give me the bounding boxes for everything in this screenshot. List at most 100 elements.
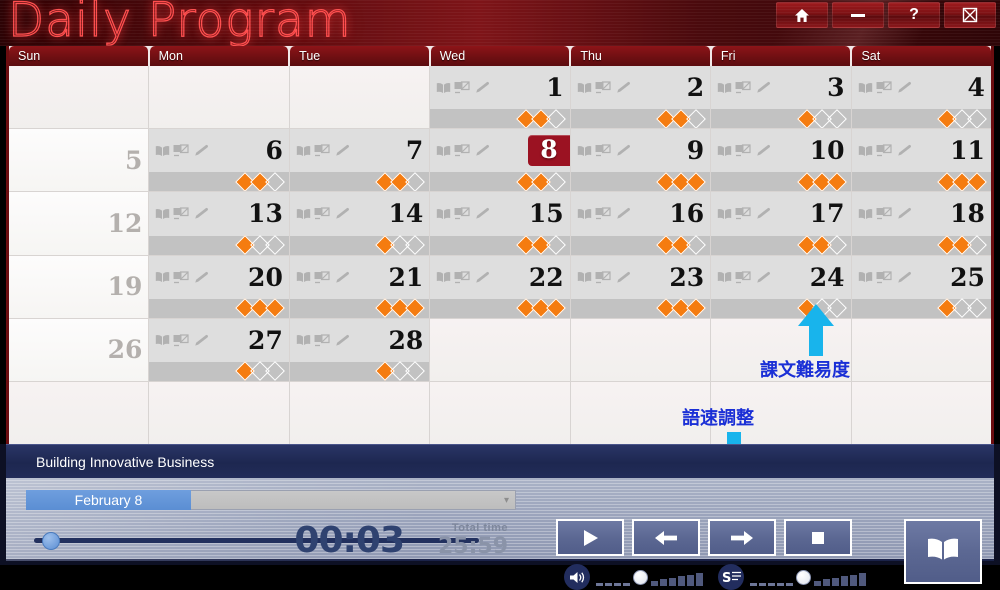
pencil-icon	[614, 81, 631, 94]
calendar-cell-day-8[interactable]: 8	[430, 129, 571, 192]
difficulty-indicator	[149, 298, 289, 318]
difficulty-indicator	[149, 171, 289, 192]
volume-slider[interactable]	[564, 564, 703, 590]
previous-button[interactable]	[632, 519, 700, 556]
calendar-cell-day-22[interactable]: 22	[430, 255, 571, 318]
picture-card-icon	[314, 334, 330, 347]
player-panel: Building Innovative Business February 8 …	[0, 444, 1000, 590]
calendar-cell-empty	[851, 381, 991, 445]
pencil-icon	[192, 271, 209, 284]
speed-track[interactable]	[750, 568, 866, 586]
picture-card-icon	[595, 144, 611, 157]
pencil-icon	[754, 144, 771, 157]
book-icon	[577, 145, 592, 157]
speed-slider[interactable]: S	[718, 564, 866, 590]
book-icon	[717, 145, 732, 157]
calendar-cell-day-10[interactable]: 10	[711, 129, 852, 192]
calendar-cell-day-12[interactable]: 12	[9, 192, 150, 255]
next-button[interactable]	[708, 519, 776, 556]
open-book-button[interactable]	[904, 519, 982, 584]
calendar-cell-top: 8	[430, 129, 570, 172]
calendar-cell-day-4[interactable]: 4	[851, 66, 991, 129]
date-selector[interactable]: February 8 ▾	[26, 489, 516, 510]
difficulty-diamond-empty	[545, 171, 566, 192]
calendar-cell-day-18[interactable]: 18	[851, 192, 991, 255]
calendar-cell-day-6[interactable]: 6	[149, 129, 290, 192]
calendar-cell-day-21[interactable]: 21	[289, 255, 431, 318]
calendar-cell-day-9[interactable]: 9	[570, 129, 712, 192]
volume-tick	[651, 581, 658, 586]
book-icon	[296, 271, 311, 283]
stop-button[interactable]	[784, 519, 852, 556]
calendar-cell-day-5[interactable]: 5	[9, 129, 150, 192]
calendar-cell-day-15[interactable]: 15	[430, 192, 571, 255]
weekday-header-thu: Thu	[571, 46, 710, 66]
calendar-cell-day-27[interactable]: 27	[149, 318, 290, 381]
day-number: 9	[686, 136, 705, 166]
volume-track[interactable]	[596, 568, 703, 586]
difficulty-annotation-label: 課文難易度	[760, 360, 850, 381]
pencil-icon	[895, 144, 912, 157]
calendar-cell-day-2[interactable]: 2	[570, 66, 712, 129]
pencil-icon	[192, 144, 209, 157]
calendar-cell-day-20[interactable]: 20	[149, 255, 290, 318]
pencil-icon	[192, 207, 209, 220]
calendar-cell-day-11[interactable]: 11	[851, 129, 991, 192]
calendar-cell-top: 4	[852, 66, 991, 109]
app-title: Daily Program	[7, 0, 352, 46]
difficulty-diamond-empty	[967, 235, 987, 255]
difficulty-diamond-empty	[405, 171, 426, 192]
calendar-cell-top: 24	[711, 256, 850, 299]
book-icon	[296, 334, 311, 346]
calendar-cell-day-14[interactable]: 14	[289, 192, 431, 255]
lesson-icon-group	[436, 207, 490, 220]
close-icon	[962, 7, 978, 23]
difficulty-diamond-empty	[686, 235, 707, 255]
picture-card-icon	[595, 81, 611, 94]
speed-tick	[859, 573, 866, 586]
difficulty-diamond-empty	[686, 108, 707, 129]
day-number: 23	[669, 262, 705, 292]
calendar-cell-day-26[interactable]: 26	[9, 318, 150, 381]
calendar-cell-top: 14	[290, 192, 429, 235]
seek-knob[interactable]	[42, 532, 61, 550]
calendar-cell-day-17[interactable]: 17	[711, 192, 852, 255]
lesson-icon-group	[296, 270, 350, 284]
day-number: 20	[248, 262, 283, 292]
picture-card-icon	[314, 144, 330, 157]
speed-knob[interactable]	[796, 570, 811, 585]
pencil-icon	[614, 207, 631, 220]
calendar-cell-day-23[interactable]: 23	[570, 255, 712, 318]
seek-bar[interactable]	[34, 538, 479, 543]
calendar-cell-day-28[interactable]: 28	[289, 318, 431, 381]
day-number: 22	[528, 262, 564, 292]
calendar-cell-day-19[interactable]: 19	[9, 255, 150, 318]
total-time-label: Total time	[451, 522, 508, 534]
calendar-cell-top: 9	[571, 129, 710, 172]
book-icon	[717, 82, 732, 94]
calendar-cell-top: 17	[711, 192, 850, 235]
help-button[interactable]: ?	[888, 2, 940, 28]
calendar-cell-day-7[interactable]: 7	[289, 129, 431, 192]
volume-knob[interactable]	[633, 570, 648, 585]
calendar-cell-day-25[interactable]: 25	[851, 255, 991, 318]
calendar-cell-top: 23	[571, 256, 710, 299]
home-button[interactable]	[776, 2, 828, 28]
volume-tick	[669, 578, 676, 586]
difficulty-indicator	[851, 235, 991, 255]
play-button[interactable]	[556, 519, 624, 556]
lesson-icon-group	[155, 270, 209, 284]
calendar-cell-day-16[interactable]: 16	[570, 192, 712, 255]
pencil-icon	[614, 144, 631, 157]
calendar-cell-top: 2	[571, 66, 710, 109]
calendar-cell-day-3[interactable]: 3	[711, 66, 852, 129]
calendar-cell-top: 3	[711, 66, 850, 109]
minimize-button[interactable]	[832, 2, 884, 28]
calendar-cell-day-1[interactable]: 1	[430, 66, 571, 129]
lesson-icon-group	[296, 207, 350, 220]
calendar-cell-day-13[interactable]: 13	[149, 192, 290, 255]
close-button[interactable]	[944, 2, 996, 28]
difficulty-indicator	[570, 235, 711, 255]
volume-tick	[596, 583, 603, 586]
lesson-icon-group	[436, 144, 490, 157]
